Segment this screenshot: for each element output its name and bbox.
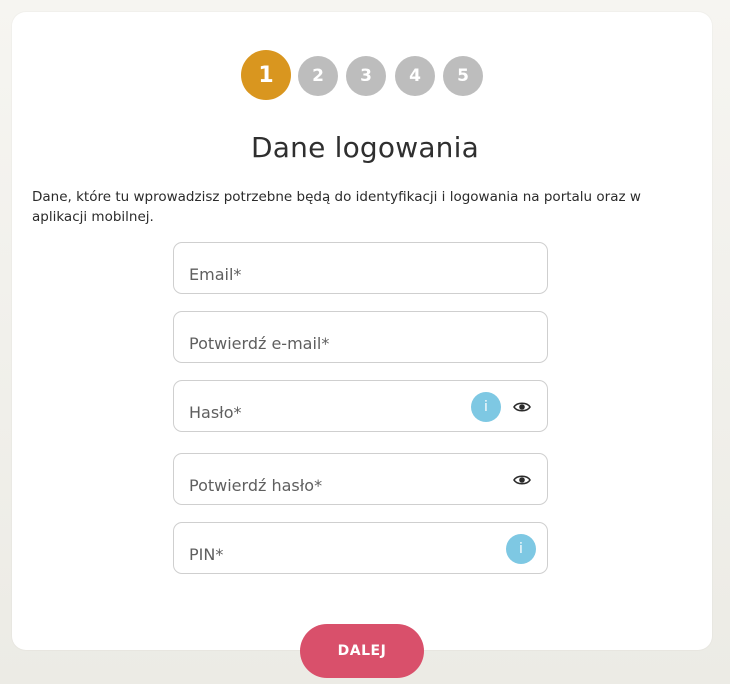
step-4: 4: [395, 56, 435, 96]
password-info-icon[interactable]: i: [471, 392, 501, 422]
pin-info-icon[interactable]: i: [506, 534, 536, 564]
password-visibility-eye-icon[interactable]: [513, 401, 531, 413]
email-input[interactable]: [189, 261, 469, 287]
step-2: 2: [298, 56, 338, 96]
pin-field: i: [173, 522, 548, 574]
step-1: 1: [241, 50, 291, 100]
password-field: i: [173, 380, 548, 432]
confirm-password-input[interactable]: [189, 472, 469, 498]
step-indicator: 1 2 3 4 5: [0, 50, 730, 102]
confirm-email-input[interactable]: [189, 330, 469, 356]
pin-input[interactable]: [189, 541, 469, 567]
page-title: Dane logowania: [251, 131, 479, 164]
confirm-password-field: [173, 453, 548, 505]
confirm-password-visibility-eye-icon[interactable]: [513, 474, 531, 486]
next-button[interactable]: DALEJ: [300, 624, 424, 678]
step-3: 3: [346, 56, 386, 96]
confirm-email-field: [173, 311, 548, 363]
email-field: [173, 242, 548, 294]
password-input[interactable]: [189, 399, 469, 425]
step-5: 5: [443, 56, 483, 96]
form-description: Dane, które tu wprowadzisz potrzebne będ…: [32, 189, 641, 225]
